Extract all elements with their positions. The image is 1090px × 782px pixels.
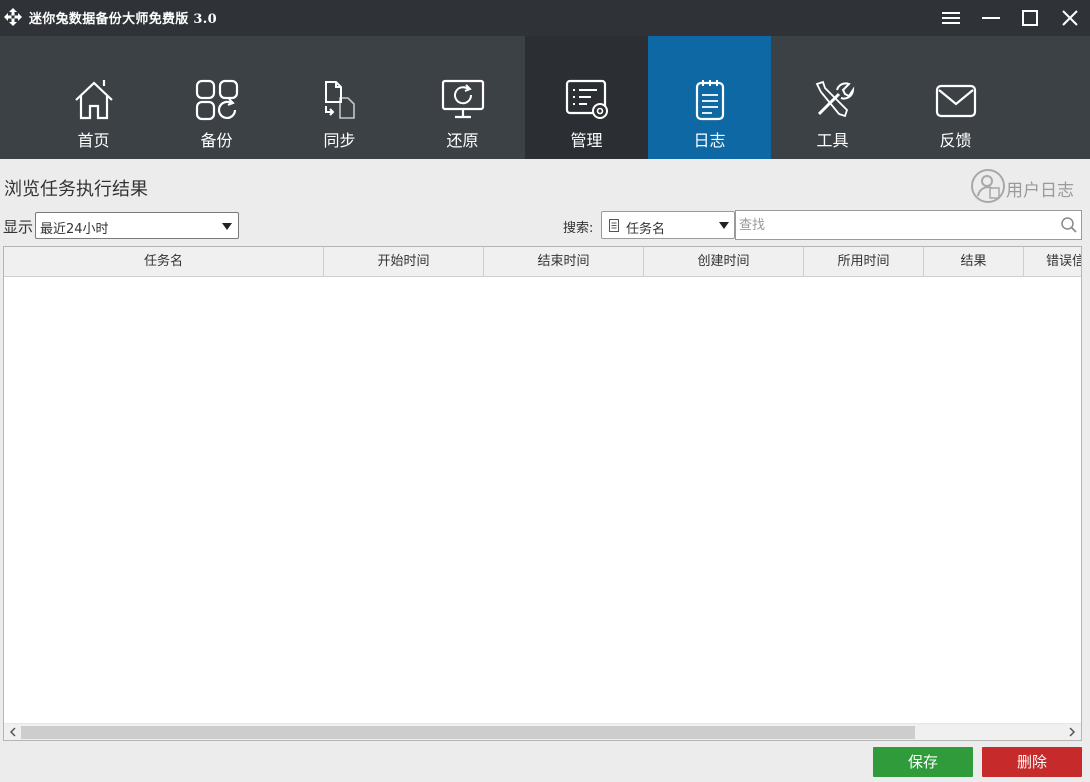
table-header: 任务名 开始时间 结束时间 创建时间 所用时间 结果 错误信息 (4, 247, 1081, 277)
home-icon (75, 80, 113, 120)
minimize-icon (982, 17, 1000, 19)
user-log-label: 用户日志 (1006, 181, 1074, 201)
nav-log[interactable]: 日志 (648, 36, 771, 159)
backup-icon (195, 79, 239, 121)
scroll-right-icon[interactable] (1065, 725, 1079, 739)
nav-manage[interactable]: 管理 (525, 36, 648, 159)
nav-tools[interactable]: 工具 (771, 36, 894, 159)
scroll-left-icon[interactable] (6, 725, 20, 739)
search-input[interactable] (735, 210, 1082, 240)
nav-home[interactable]: 首页 (32, 36, 155, 159)
menu-button[interactable] (931, 0, 971, 36)
delete-button[interactable]: 删除 (982, 747, 1082, 777)
column-result[interactable]: 结果 (924, 247, 1024, 276)
show-label: 显示 (3, 218, 34, 236)
search-label: 搜索: (563, 221, 594, 236)
nav-feedback[interactable]: 反馈 (894, 36, 1017, 159)
restore-icon (441, 79, 485, 119)
user-log-button[interactable]: 用户日志 (970, 168, 1088, 206)
nav-restore[interactable]: 还原 (401, 36, 524, 159)
search-field-select[interactable]: 任务名 (601, 211, 735, 239)
nav-label-home: 首页 (77, 131, 110, 150)
column-end-time[interactable]: 结束时间 (484, 247, 644, 276)
scrollbar-thumb[interactable] (21, 726, 915, 739)
column-start-time[interactable]: 开始时间 (324, 247, 484, 276)
maximize-icon (1022, 10, 1038, 26)
search-field-value: 任务名 (626, 222, 666, 237)
sync-icon (325, 81, 355, 119)
column-create-time[interactable]: 创建时间 (644, 247, 804, 276)
close-icon (1062, 10, 1078, 26)
close-button[interactable] (1050, 0, 1090, 36)
column-elapsed-time[interactable]: 所用时间 (804, 247, 924, 276)
nav-label-tools: 工具 (816, 131, 849, 150)
nav-sync[interactable]: 同步 (278, 36, 401, 159)
horizontal-scrollbar[interactable] (4, 723, 1081, 740)
app-logo-icon (4, 8, 22, 26)
main-toolbar: 首页 备份 同步 还原 管理 日志 工具 反馈 (0, 36, 1090, 159)
title-bar: 迷你兔数据备份大师免费版 3.0 (0, 0, 1090, 36)
menu-icon (942, 12, 960, 24)
save-button[interactable]: 保存 (873, 747, 973, 777)
time-range-value: 最近24小时 (40, 222, 109, 237)
task-results-table: 任务名 开始时间 结束时间 创建时间 所用时间 结果 错误信息 (3, 246, 1082, 741)
nav-label-manage: 管理 (570, 131, 603, 150)
page-title: 浏览任务执行结果 (4, 179, 148, 200)
manage-icon (565, 79, 608, 119)
nav-label-log: 日志 (693, 131, 726, 150)
minimize-button[interactable] (971, 0, 1011, 36)
time-range-select[interactable]: 最近24小时 (35, 212, 239, 239)
nav-label-restore: 还原 (446, 131, 479, 150)
maximize-button[interactable] (1010, 0, 1050, 36)
nav-label-sync: 同步 (323, 131, 356, 150)
column-task-name[interactable]: 任务名 (4, 247, 324, 276)
dropdown-arrow-icon (222, 223, 232, 230)
user-log-icon (971, 169, 1005, 203)
nav-backup[interactable]: 备份 (155, 36, 278, 159)
document-icon (609, 219, 619, 232)
nav-label-feedback: 反馈 (939, 131, 972, 150)
column-error-info[interactable]: 错误信息 (1024, 247, 1081, 276)
app-title: 迷你兔数据备份大师免费版 3.0 (29, 12, 217, 27)
feedback-icon (935, 84, 977, 118)
dropdown-arrow-icon (719, 222, 729, 229)
search-icon[interactable] (1060, 216, 1078, 234)
tools-icon (815, 80, 855, 118)
log-icon (695, 80, 725, 121)
nav-label-backup: 备份 (200, 131, 233, 150)
